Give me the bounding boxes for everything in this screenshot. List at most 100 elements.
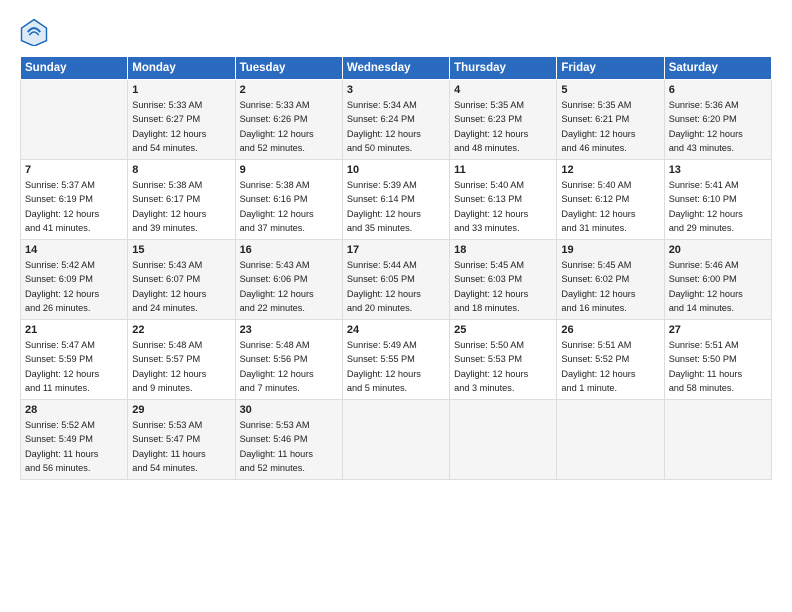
day-number: 10	[347, 164, 445, 176]
cell-1-5: 4Sunrise: 5:35 AMSunset: 6:23 PMDaylight…	[450, 80, 557, 160]
calendar-table: SundayMondayTuesdayWednesdayThursdayFrid…	[20, 56, 772, 480]
cell-5-4	[342, 400, 449, 480]
cell-info: Sunrise: 5:40 AMSunset: 6:12 PMDaylight:…	[561, 178, 659, 235]
day-number: 20	[669, 244, 767, 256]
week-row-2: 7 Sunrise: 5:37 AMSunset: 6:19 PMDaylight…	[21, 160, 772, 240]
page: SundayMondayTuesdayWednesdayThursdayFrid…	[0, 0, 792, 612]
day-number: 30	[240, 404, 338, 416]
cell-info: Sunrise: 5:35 AMSunset: 6:23 PMDaylight:…	[454, 98, 552, 155]
day-number: 15	[132, 244, 230, 256]
day-number: 12	[561, 164, 659, 176]
day-number: 7	[25, 164, 123, 176]
cell-4-4: 24 Sunrise: 5:49 AMSunset: 5:55 PMDayligh…	[342, 320, 449, 400]
day-number: 23	[240, 324, 338, 336]
cell-info: Sunrise: 5:42 AMSunset: 6:09 PMDaylight:…	[25, 258, 123, 315]
cell-2-4: 10 Sunrise: 5:39 AMSunset: 6:14 PMDayligh…	[342, 160, 449, 240]
cell-info: Sunrise: 5:53 AMSunset: 5:46 PMDaylight:…	[240, 418, 338, 475]
cell-3-6: 19 Sunrise: 5:45 AMSunset: 6:02 PMDayligh…	[557, 240, 664, 320]
cell-1-4: 3 Sunrise: 5:34 AMSunset: 6:24 PMDaylight…	[342, 80, 449, 160]
weekday-header-sunday: Sunday	[21, 57, 128, 80]
day-number: 6	[669, 84, 767, 96]
day-number: 1	[132, 84, 230, 96]
cell-1-7: 6Sunrise: 5:36 AMSunset: 6:20 PMDaylight…	[664, 80, 771, 160]
cell-2-5: 11 Sunrise: 5:40 AMSunset: 6:13 PMDayligh…	[450, 160, 557, 240]
cell-5-6	[557, 400, 664, 480]
cell-2-3: 9 Sunrise: 5:38 AMSunset: 6:16 PMDaylight…	[235, 160, 342, 240]
cell-info: Sunrise: 5:45 AMSunset: 6:03 PMDaylight:…	[454, 258, 552, 315]
cell-5-1: 28Sunrise: 5:52 AMSunset: 5:49 PMDayligh…	[21, 400, 128, 480]
cell-info: Sunrise: 5:44 AMSunset: 6:05 PMDaylight:…	[347, 258, 445, 315]
cell-2-6: 12 Sunrise: 5:40 AMSunset: 6:12 PMDayligh…	[557, 160, 664, 240]
cell-3-1: 14Sunrise: 5:42 AMSunset: 6:09 PMDayligh…	[21, 240, 128, 320]
day-number: 24	[347, 324, 445, 336]
cell-info: Sunrise: 5:51 AMSunset: 5:50 PMDaylight:…	[669, 338, 767, 395]
cell-info: Sunrise: 5:33 AMSunset: 6:26 PMDaylight:…	[240, 98, 338, 155]
day-number: 8	[132, 164, 230, 176]
day-number: 27	[669, 324, 767, 336]
day-number: 21	[25, 324, 123, 336]
cell-info: Sunrise: 5:52 AMSunset: 5:49 PMDaylight:…	[25, 418, 123, 475]
day-number: 11	[454, 164, 552, 176]
day-number: 25	[454, 324, 552, 336]
week-row-3: 14Sunrise: 5:42 AMSunset: 6:09 PMDayligh…	[21, 240, 772, 320]
day-number: 9	[240, 164, 338, 176]
cell-5-5	[450, 400, 557, 480]
cell-info: Sunrise: 5:47 AMSunset: 5:59 PMDaylight:…	[25, 338, 123, 395]
cell-info: Sunrise: 5:45 AMSunset: 6:02 PMDaylight:…	[561, 258, 659, 315]
cell-3-5: 18 Sunrise: 5:45 AMSunset: 6:03 PMDayligh…	[450, 240, 557, 320]
day-number: 2	[240, 84, 338, 96]
day-number: 5	[561, 84, 659, 96]
cell-info: Sunrise: 5:37 AMSunset: 6:19 PMDaylight:…	[25, 178, 123, 235]
weekday-header-saturday: Saturday	[664, 57, 771, 80]
cell-info: Sunrise: 5:33 AMSunset: 6:27 PMDaylight:…	[132, 98, 230, 155]
weekday-header-wednesday: Wednesday	[342, 57, 449, 80]
cell-info: Sunrise: 5:43 AMSunset: 6:07 PMDaylight:…	[132, 258, 230, 315]
weekday-header-thursday: Thursday	[450, 57, 557, 80]
cell-1-3: 2 Sunrise: 5:33 AMSunset: 6:26 PMDaylight…	[235, 80, 342, 160]
header	[20, 18, 772, 46]
day-number: 19	[561, 244, 659, 256]
cell-2-7: 13Sunrise: 5:41 AMSunset: 6:10 PMDayligh…	[664, 160, 771, 240]
cell-info: Sunrise: 5:35 AMSunset: 6:21 PMDaylight:…	[561, 98, 659, 155]
day-number: 29	[132, 404, 230, 416]
cell-1-6: 5 Sunrise: 5:35 AMSunset: 6:21 PMDaylight…	[557, 80, 664, 160]
week-row-4: 21 Sunrise: 5:47 AMSunset: 5:59 PMDayligh…	[21, 320, 772, 400]
day-number: 17	[347, 244, 445, 256]
cell-3-2: 15 Sunrise: 5:43 AMSunset: 6:07 PMDayligh…	[128, 240, 235, 320]
cell-info: Sunrise: 5:48 AMSunset: 5:57 PMDaylight:…	[132, 338, 230, 395]
logo-icon	[20, 18, 48, 46]
cell-5-7	[664, 400, 771, 480]
cell-info: Sunrise: 5:38 AMSunset: 6:16 PMDaylight:…	[240, 178, 338, 235]
week-row-5: 28Sunrise: 5:52 AMSunset: 5:49 PMDayligh…	[21, 400, 772, 480]
day-number: 3	[347, 84, 445, 96]
day-number: 26	[561, 324, 659, 336]
logo	[20, 18, 52, 46]
cell-info: Sunrise: 5:53 AMSunset: 5:47 PMDaylight:…	[132, 418, 230, 475]
cell-4-1: 21 Sunrise: 5:47 AMSunset: 5:59 PMDayligh…	[21, 320, 128, 400]
cell-4-3: 23 Sunrise: 5:48 AMSunset: 5:56 PMDayligh…	[235, 320, 342, 400]
cell-5-3: 30 Sunrise: 5:53 AMSunset: 5:46 PMDayligh…	[235, 400, 342, 480]
weekday-header-row: SundayMondayTuesdayWednesdayThursdayFrid…	[21, 57, 772, 80]
cell-info: Sunrise: 5:34 AMSunset: 6:24 PMDaylight:…	[347, 98, 445, 155]
cell-4-6: 26Sunrise: 5:51 AMSunset: 5:52 PMDayligh…	[557, 320, 664, 400]
day-number: 16	[240, 244, 338, 256]
cell-info: Sunrise: 5:50 AMSunset: 5:53 PMDaylight:…	[454, 338, 552, 395]
cell-info: Sunrise: 5:38 AMSunset: 6:17 PMDaylight:…	[132, 178, 230, 235]
cell-info: Sunrise: 5:49 AMSunset: 5:55 PMDaylight:…	[347, 338, 445, 395]
weekday-header-friday: Friday	[557, 57, 664, 80]
cell-2-2: 8 Sunrise: 5:38 AMSunset: 6:17 PMDaylight…	[128, 160, 235, 240]
week-row-1: 1 Sunrise: 5:33 AMSunset: 6:27 PMDaylight…	[21, 80, 772, 160]
cell-info: Sunrise: 5:48 AMSunset: 5:56 PMDaylight:…	[240, 338, 338, 395]
cell-info: Sunrise: 5:43 AMSunset: 6:06 PMDaylight:…	[240, 258, 338, 315]
cell-1-1	[21, 80, 128, 160]
cell-info: Sunrise: 5:40 AMSunset: 6:13 PMDaylight:…	[454, 178, 552, 235]
cell-3-7: 20 Sunrise: 5:46 AMSunset: 6:00 PMDayligh…	[664, 240, 771, 320]
cell-1-2: 1 Sunrise: 5:33 AMSunset: 6:27 PMDaylight…	[128, 80, 235, 160]
day-number: 18	[454, 244, 552, 256]
day-number: 13	[669, 164, 767, 176]
cell-3-3: 16 Sunrise: 5:43 AMSunset: 6:06 PMDayligh…	[235, 240, 342, 320]
cell-5-2: 29 Sunrise: 5:53 AMSunset: 5:47 PMDayligh…	[128, 400, 235, 480]
cell-info: Sunrise: 5:46 AMSunset: 6:00 PMDaylight:…	[669, 258, 767, 315]
cell-2-1: 7 Sunrise: 5:37 AMSunset: 6:19 PMDaylight…	[21, 160, 128, 240]
cell-info: Sunrise: 5:39 AMSunset: 6:14 PMDaylight:…	[347, 178, 445, 235]
